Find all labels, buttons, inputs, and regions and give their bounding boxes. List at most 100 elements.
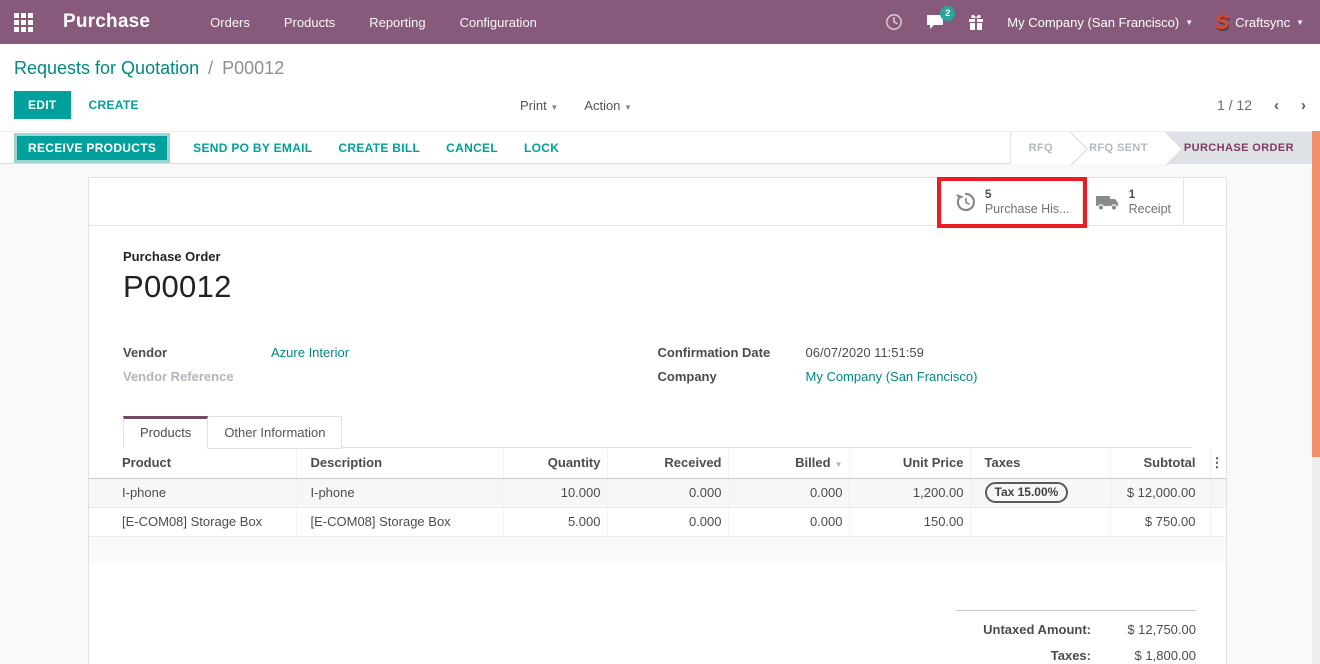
- app-title[interactable]: Purchase: [63, 11, 150, 33]
- cell-description[interactable]: [E-COM08] Storage Box: [296, 507, 503, 536]
- form-sheet: 5 Purchase His... 1 Receipt Purchase Ord…: [88, 177, 1227, 664]
- apps-grid-icon[interactable]: [14, 13, 33, 32]
- receive-products-button[interactable]: RECEIVE PRODUCTS: [17, 136, 167, 160]
- scrollbar-thumb[interactable]: [1312, 131, 1320, 457]
- company-name: My Company (San Francisco): [1007, 15, 1179, 30]
- table-row[interactable]: I-phone I-phone 10.000 0.000 0.000 1,200…: [89, 478, 1226, 507]
- purchase-history-count: 5: [985, 187, 1070, 202]
- tab-other-information[interactable]: Other Information: [208, 416, 342, 449]
- control-panel: Requests for Quotation / P00012 EDIT CRE…: [0, 44, 1320, 131]
- vendor-field-value[interactable]: Azure Interior: [271, 345, 349, 360]
- activities-clock-icon[interactable]: [885, 13, 903, 31]
- taxes-total-label: Taxes:: [956, 648, 1091, 663]
- cell-received[interactable]: 0.000: [607, 478, 728, 507]
- pager-next-icon[interactable]: ›: [1301, 97, 1306, 114]
- col-header-billed[interactable]: Billed▼: [728, 448, 849, 478]
- table-empty-row: [89, 536, 1226, 563]
- optional-columns-icon[interactable]: ⋮: [1210, 448, 1226, 478]
- cell-product[interactable]: [E-COM08] Storage Box: [89, 507, 296, 536]
- col-header-product[interactable]: Product: [89, 448, 296, 478]
- cell-received[interactable]: 0.000: [607, 507, 728, 536]
- tax-badge: Tax 15.00%: [985, 482, 1069, 503]
- vendor-field-label: Vendor: [123, 345, 271, 360]
- col-header-subtotal[interactable]: Subtotal: [1110, 448, 1210, 478]
- create-button[interactable]: CREATE: [89, 98, 139, 112]
- cell-quantity[interactable]: 5.000: [503, 507, 607, 536]
- breadcrumb-current: P00012: [222, 58, 284, 78]
- col-header-description[interactable]: Description: [296, 448, 503, 478]
- create-bill-button[interactable]: CREATE BILL: [338, 141, 420, 155]
- sort-down-icon: ▼: [835, 460, 843, 469]
- state-rfq[interactable]: RFQ: [1010, 132, 1071, 164]
- cell-subtotal: $ 750.00: [1110, 507, 1210, 536]
- main-menu: Orders Products Reporting Configuration: [210, 15, 537, 30]
- print-dropdown[interactable]: Print ▼: [520, 98, 558, 113]
- notebook-tabs: Products Other Information: [123, 415, 1192, 448]
- form-view: 5 Purchase His... 1 Receipt Purchase Ord…: [0, 164, 1320, 650]
- col-header-received[interactable]: Received: [607, 448, 728, 478]
- menu-configuration[interactable]: Configuration: [460, 15, 537, 30]
- avatar: S: [1215, 12, 1229, 33]
- messages-count-badge: 2: [940, 6, 955, 21]
- document-type-label: Purchase Order: [123, 249, 1192, 264]
- col-header-taxes[interactable]: Taxes: [970, 448, 1110, 478]
- lock-button[interactable]: LOCK: [524, 141, 559, 155]
- confirmation-date-field-label: Confirmation Date: [658, 345, 806, 360]
- cell-billed[interactable]: 0.000: [728, 478, 849, 507]
- pager-counter: 1 / 12: [1217, 97, 1252, 113]
- untaxed-amount-label: Untaxed Amount:: [956, 622, 1091, 637]
- taxes-total-value: $ 1,800.00: [1091, 648, 1196, 663]
- table-header-row: Product Description Quantity Received Bi…: [89, 448, 1226, 478]
- table-row[interactable]: [E-COM08] Storage Box [E-COM08] Storage …: [89, 507, 1226, 536]
- gift-icon[interactable]: [967, 13, 985, 31]
- company-field-label: Company: [658, 369, 806, 384]
- cell-subtotal: $ 12,000.00: [1110, 478, 1210, 507]
- send-po-by-email-button[interactable]: SEND PO BY EMAIL: [193, 141, 312, 155]
- vendor-reference-field-label: Vendor Reference: [123, 369, 271, 384]
- field-group: Vendor Azure Interior Vendor Reference C…: [123, 340, 1192, 388]
- cell-taxes[interactable]: [970, 507, 1110, 536]
- tab-products[interactable]: Products: [123, 416, 208, 449]
- company-switcher[interactable]: My Company (San Francisco) ▼: [1007, 15, 1193, 30]
- pager-previous-icon[interactable]: ‹: [1274, 97, 1279, 114]
- untaxed-amount-value: $ 12,750.00: [1091, 622, 1196, 637]
- smart-button-box: 5 Purchase His... 1 Receipt: [89, 178, 1226, 226]
- breadcrumb-parent[interactable]: Requests for Quotation: [14, 58, 199, 78]
- statusbar: RECEIVE PRODUCTS SEND PO BY EMAIL CREATE…: [0, 131, 1320, 164]
- state-purchase-order[interactable]: PURCHASE ORDER: [1166, 132, 1320, 164]
- menu-orders[interactable]: Orders: [210, 15, 250, 30]
- company-field-value[interactable]: My Company (San Francisco): [806, 369, 978, 384]
- top-navbar: Purchase Orders Products Reporting Confi…: [0, 0, 1320, 44]
- messages-chat-icon[interactable]: 2: [925, 13, 945, 31]
- page-title: P00012: [123, 269, 1192, 305]
- confirmation-date-field-value: 06/07/2020 11:51:59: [806, 345, 924, 360]
- scrollbar-track[interactable]: [1312, 131, 1320, 664]
- action-dropdown[interactable]: Action ▼: [584, 98, 632, 113]
- status-pipeline: RFQ RFQ SENT PURCHASE ORDER: [1010, 132, 1320, 164]
- edit-button[interactable]: EDIT: [14, 91, 71, 119]
- cell-unit-price[interactable]: 150.00: [849, 507, 970, 536]
- totals-block: Untaxed Amount: $ 12,750.00 Taxes: $ 1,8…: [956, 610, 1196, 664]
- chevron-down-icon: ▼: [1296, 18, 1304, 27]
- menu-products[interactable]: Products: [284, 15, 335, 30]
- cell-description[interactable]: I-phone: [296, 478, 503, 507]
- purchase-history-label: Purchase His...: [985, 202, 1070, 217]
- receipt-label: Receipt: [1129, 202, 1171, 217]
- cancel-button[interactable]: CANCEL: [446, 141, 498, 155]
- cell-quantity[interactable]: 10.000: [503, 478, 607, 507]
- menu-reporting[interactable]: Reporting: [369, 15, 425, 30]
- cell-unit-price[interactable]: 1,200.00: [849, 478, 970, 507]
- user-menu[interactable]: S Craftsync ▼: [1215, 12, 1304, 33]
- col-header-quantity[interactable]: Quantity: [503, 448, 607, 478]
- history-icon: [953, 190, 977, 214]
- breadcrumb: Requests for Quotation / P00012: [14, 56, 1306, 80]
- breadcrumb-separator: /: [208, 58, 213, 78]
- cell-taxes[interactable]: Tax 15.00%: [970, 478, 1110, 507]
- cell-billed[interactable]: 0.000: [728, 507, 849, 536]
- col-header-unit-price[interactable]: Unit Price: [849, 448, 970, 478]
- cell-product[interactable]: I-phone: [89, 478, 296, 507]
- order-lines-table: Product Description Quantity Received Bi…: [89, 448, 1226, 563]
- receipt-smart-button[interactable]: 1 Receipt: [1082, 178, 1184, 225]
- purchase-history-smart-button[interactable]: 5 Purchase His...: [940, 178, 1082, 225]
- receipt-count: 1: [1129, 187, 1171, 202]
